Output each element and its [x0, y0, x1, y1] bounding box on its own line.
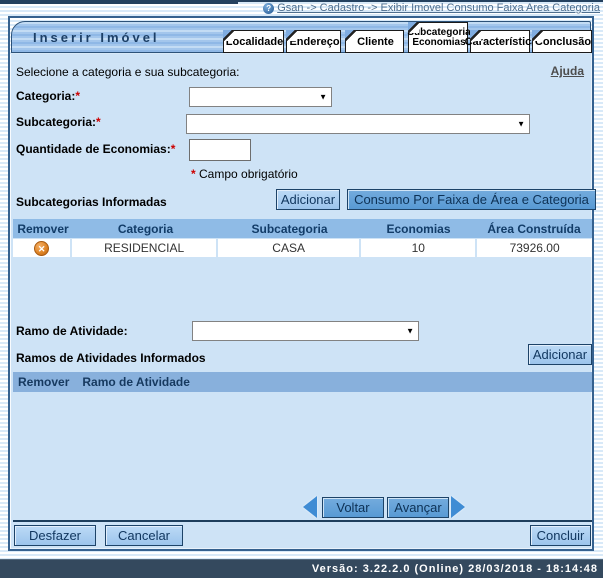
col-remover: Remover: [13, 222, 73, 236]
breadcrumb-link[interactable]: Gsan -> Cadastro -> Exibir Imovel Consum…: [277, 2, 600, 14]
quantidade-input[interactable]: [189, 139, 251, 161]
button-separator: [13, 520, 592, 522]
tab-caracteristica[interactable]: Característica: [470, 30, 530, 53]
intro-text: Selecione a categoria e sua subcategoria…: [16, 65, 239, 79]
subcategoria-label: Subcategoria:*: [16, 115, 101, 129]
categoria-label: Categoria:*: [16, 89, 80, 103]
version-footer: Versão: 3.22.2.0 (Online) 28/03/2018 - 1…: [0, 559, 603, 578]
required-note: * Campo obrigatório: [191, 167, 298, 181]
consumo-faixa-button[interactable]: Consumo Por Faixa de Área e Categoria: [347, 189, 596, 210]
main-panel: Inserir Imóvel Localidade Endereço Clien…: [8, 16, 594, 551]
chevron-down-icon: ▼: [319, 93, 327, 102]
ramos-table-header: Remover Ramo de Atividade: [13, 372, 592, 392]
tab-endereco[interactable]: Endereço: [286, 30, 341, 53]
concluir-button[interactable]: Concluir: [530, 525, 591, 546]
subcategoria-cell: CASA: [218, 239, 360, 257]
table-row: ✕ RESIDENCIAL CASA 10 73926.00: [13, 239, 592, 257]
tab-subcategoria-economias[interactable]: Subcategoria Economias: [408, 22, 468, 53]
col-area-construida: Área Construída: [476, 222, 592, 236]
area-cell: 73926.00: [477, 239, 592, 257]
chevron-down-icon: ▼: [517, 120, 525, 129]
remove-cell: ✕: [13, 239, 70, 257]
page-title: Inserir Imóvel: [33, 30, 160, 45]
tab-conclusao[interactable]: Conclusão: [532, 30, 592, 53]
cancelar-button[interactable]: Cancelar: [105, 525, 183, 546]
next-arrow-icon[interactable]: [451, 496, 465, 518]
ajuda-link[interactable]: Ajuda: [551, 64, 584, 78]
col-remover: Remover: [18, 375, 69, 389]
subcategoria-select[interactable]: ▼: [186, 114, 530, 134]
top-navy-block: [0, 0, 238, 4]
adicionar-subcategoria-button[interactable]: Adicionar: [276, 189, 340, 210]
subcategorias-section-label: Subcategorias Informadas: [16, 195, 167, 209]
tab-cliente[interactable]: Cliente: [345, 30, 404, 53]
ramo-label: Ramo de Atividade:: [16, 324, 128, 338]
required-asterisk: *: [171, 142, 176, 156]
remove-icon[interactable]: ✕: [34, 241, 49, 256]
subcategorias-table-header: Remover Categoria Subcategoria Economias…: [13, 219, 592, 238]
categoria-select[interactable]: ▼: [189, 87, 332, 107]
adicionar-ramo-button[interactable]: Adicionar: [528, 344, 592, 365]
required-asterisk: *: [75, 89, 80, 103]
breadcrumb: ? Gsan -> Cadastro -> Exibir Imovel Cons…: [263, 2, 600, 14]
previous-arrow-icon[interactable]: [303, 496, 317, 518]
col-subcategoria: Subcategoria: [218, 222, 361, 236]
help-icon[interactable]: ?: [263, 3, 274, 14]
col-ramo-de-atividade: Ramo de Atividade: [82, 375, 190, 389]
economias-cell: 10: [361, 239, 475, 257]
ramo-select[interactable]: ▼: [192, 321, 419, 341]
ramos-section-label: Ramos de Atividades Informados: [16, 351, 206, 365]
desfazer-button[interactable]: Desfazer: [14, 525, 96, 546]
tab-localidade[interactable]: Localidade: [223, 30, 284, 53]
voltar-button[interactable]: Voltar: [322, 497, 384, 518]
col-economias: Economias: [361, 222, 476, 236]
required-asterisk: *: [96, 115, 101, 129]
col-categoria: Categoria: [73, 222, 218, 236]
avancar-button[interactable]: Avançar: [387, 497, 449, 518]
chevron-down-icon: ▼: [406, 327, 414, 336]
categoria-cell: RESIDENCIAL: [72, 239, 216, 257]
quantidade-label: Quantidade de Economias:*: [16, 142, 175, 156]
